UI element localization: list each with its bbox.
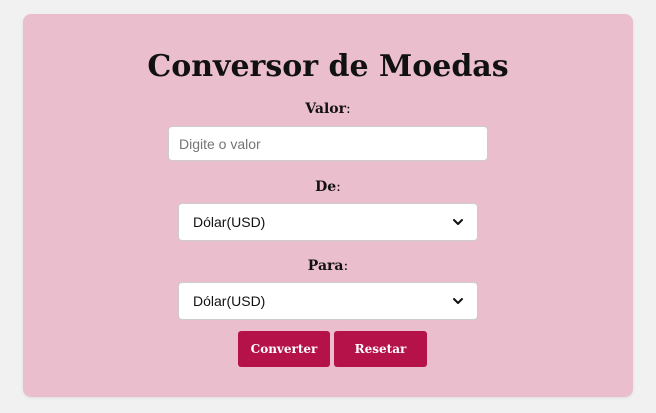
- valor-label-text: Valor: [305, 101, 346, 117]
- para-select[interactable]: Dólar(USD): [178, 282, 478, 320]
- para-label-text: Para: [307, 258, 344, 274]
- valor-label-colon: :: [345, 101, 351, 117]
- chevron-down-icon: [451, 215, 465, 229]
- para-label-colon: :: [343, 258, 349, 274]
- de-label: De:: [23, 180, 633, 194]
- converter-card: Conversor de Moedas Valor: De: Dólar(USD…: [23, 14, 633, 397]
- de-select[interactable]: Dólar(USD): [178, 203, 478, 241]
- valor-label: Valor:: [23, 102, 633, 116]
- page-title: Conversor de Moedas: [147, 49, 509, 84]
- reset-button[interactable]: Resetar: [334, 331, 427, 367]
- valor-input[interactable]: [168, 126, 488, 161]
- de-select-value: Dólar(USD): [193, 214, 266, 230]
- para-label: Para:: [23, 259, 633, 273]
- chevron-down-icon: [451, 294, 465, 308]
- para-select-value: Dólar(USD): [193, 293, 266, 309]
- de-label-colon: :: [336, 179, 341, 195]
- de-label-text: De: [315, 179, 337, 195]
- convert-button[interactable]: Converter: [238, 331, 330, 367]
